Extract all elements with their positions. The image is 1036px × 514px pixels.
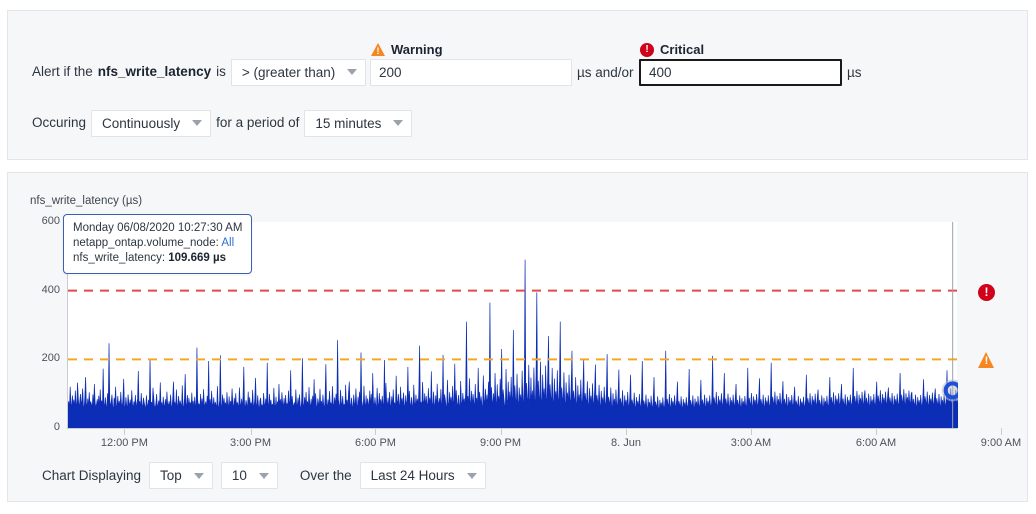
chart-displaying-label: Chart Displaying xyxy=(42,467,142,483)
warning-threshold-marker[interactable] xyxy=(978,352,995,373)
x-axis-tick-label: 6:00 PM xyxy=(354,437,396,449)
x-axis-tick-label: 12:00 PM xyxy=(100,437,148,449)
warning-label: Warning xyxy=(391,42,443,57)
chart-tooltip: Monday 06/08/2020 10:27:30 AM netapp_ont… xyxy=(63,214,253,274)
over-the-label: Over the xyxy=(299,467,352,483)
chart-controls-bar: Chart Displaying Top 10 Over the Last 24… xyxy=(42,462,494,489)
chevron-down-icon xyxy=(192,120,203,126)
y-axis-tick-label: 0 xyxy=(53,421,60,433)
tooltip-timestamp: Monday 06/08/2020 10:27:30 AM xyxy=(73,222,243,234)
x-axis-tick-mark xyxy=(500,428,502,435)
warning-header: Warning xyxy=(371,42,443,58)
x-axis-tick-label: 9:00 AM xyxy=(980,437,1022,449)
tooltip-metric-row: nfs_write_latency: 109.669 µs xyxy=(73,251,242,266)
warning-triangle-icon xyxy=(978,352,995,370)
period-dropdown[interactable]: 15 minutes xyxy=(304,109,413,137)
x-axis-tick-label: 9:00 PM xyxy=(480,437,521,449)
alert-prefix-label: Alert if the xyxy=(32,64,93,79)
alert-configuration-page: Alert if the nfs_write_latency is > (gre… xyxy=(0,0,1036,514)
chevron-down-icon xyxy=(347,69,358,75)
period-dropdown-value: 15 minutes xyxy=(315,115,382,131)
rank-dropdown[interactable]: Top xyxy=(149,462,213,489)
time-range-dropdown[interactable]: Last 24 Hours xyxy=(359,462,486,489)
occurrence-condition-row: Occuring Continuously for a period of 15… xyxy=(32,109,413,137)
x-axis-tick-mark xyxy=(1000,428,1002,435)
chevron-down-icon xyxy=(393,120,404,126)
chart-title: nfs_write_latency (µs) xyxy=(30,195,143,207)
chevron-down-icon xyxy=(193,472,204,479)
x-axis-line xyxy=(67,428,957,429)
y-axis-tick-label: 400 xyxy=(41,283,60,296)
tooltip-node-value[interactable]: All xyxy=(221,237,234,249)
critical-label: Critical xyxy=(660,42,705,57)
x-axis-tick-label: 6:00 AM xyxy=(855,437,897,449)
is-label: is xyxy=(216,64,226,79)
x-axis-tick-mark xyxy=(375,428,377,435)
x-axis-tick-label: 3:00 AM xyxy=(730,437,772,449)
tooltip-node-label: netapp_ontap.volume_node: xyxy=(73,237,219,249)
chevron-down-icon xyxy=(466,472,477,479)
x-axis-tick-mark xyxy=(124,428,126,435)
threshold-condition-row: Alert if the nfs_write_latency is > (gre… xyxy=(32,58,367,86)
tooltip-metric-value: 109.669 µs xyxy=(168,252,227,264)
count-dropdown[interactable]: 10 xyxy=(220,462,278,489)
critical-circle-icon xyxy=(640,42,654,57)
x-axis-tick-mark xyxy=(750,428,752,435)
x-axis-tick-mark xyxy=(876,428,877,435)
critical-threshold-marker[interactable] xyxy=(978,284,995,306)
x-axis-tick-label: 8. Jun xyxy=(611,437,641,449)
critical-header: Critical xyxy=(640,42,704,57)
y-axis-tick-label: 600 xyxy=(41,215,60,227)
period-label: for a period of xyxy=(216,115,300,130)
occurrence-dropdown[interactable]: Continuously xyxy=(91,109,212,137)
x-axis-tick-label: 3:00 PM xyxy=(230,437,271,449)
critical-circle-icon xyxy=(978,284,995,301)
metric-name-label: nfs_write_latency xyxy=(97,64,212,79)
warning-unit-and-or-label: µs and/or xyxy=(577,65,634,80)
occurrence-dropdown-value: Continuously xyxy=(102,115,181,131)
critical-unit-label: µs xyxy=(847,65,862,80)
x-axis-tick-mark xyxy=(250,428,252,435)
occuring-label: Occuring xyxy=(32,115,87,130)
warning-triangle-icon xyxy=(371,43,385,58)
x-axis-tick-mark xyxy=(626,428,627,435)
count-dropdown-value: 10 xyxy=(231,468,247,483)
rank-dropdown-value: Top xyxy=(160,468,182,483)
tooltip-node-row: netapp_ontap.volume_node: All xyxy=(73,236,242,251)
chevron-down-icon xyxy=(258,472,269,479)
operator-dropdown[interactable]: > (greater than) xyxy=(230,58,367,86)
nfs-write-latency-series xyxy=(68,259,958,428)
time-range-dropdown-value: Last 24 Hours xyxy=(370,468,455,483)
y-axis-tick-label: 200 xyxy=(41,352,60,365)
critical-threshold-input[interactable] xyxy=(639,59,842,86)
operator-dropdown-value: > (greater than) xyxy=(241,64,336,80)
tooltip-metric-label: nfs_write_latency: xyxy=(73,252,166,264)
warning-threshold-input[interactable] xyxy=(370,59,572,86)
